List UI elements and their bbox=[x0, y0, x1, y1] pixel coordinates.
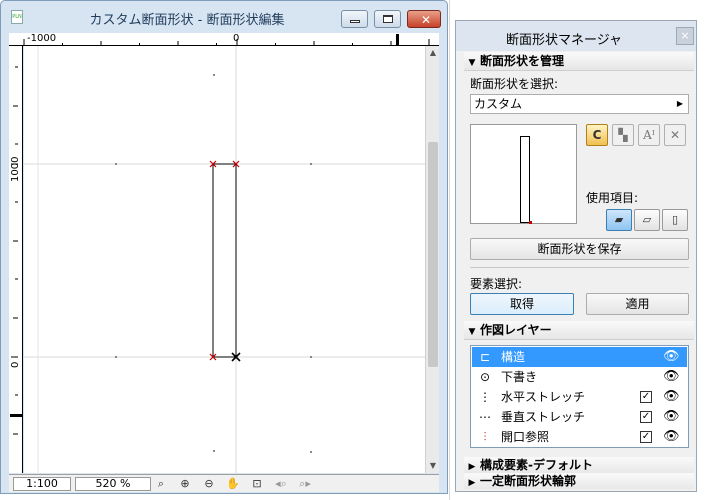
profile-manager-palette: 断面形状マネージャ × ▼ 断面形状を管理 断面形状を選択: カスタム ▶ C ▚… bbox=[455, 20, 697, 492]
status-bar: 1:100 520 % ⌕ ⊕ ⊖ ✋ ⊡ ◂⌕ ⌕▸ bbox=[9, 474, 439, 492]
vertical-ruler-ticks bbox=[10, 66, 22, 435]
window-divider bbox=[449, 0, 450, 500]
layer-name: 水平ストレッチ bbox=[501, 390, 586, 404]
element-select-label: 要素選択: bbox=[470, 277, 523, 291]
maximize-button[interactable] bbox=[374, 10, 401, 28]
profile-selector-value: カスタム bbox=[474, 97, 523, 111]
delete-profile-icon[interactable]: ✕ bbox=[664, 124, 686, 146]
minimize-button[interactable] bbox=[341, 10, 368, 28]
drawing-layers-title: 作図レイヤー bbox=[480, 323, 552, 337]
zoom-out-icon[interactable]: ⊖ bbox=[199, 476, 219, 492]
editor-titlebar[interactable]: PLN カスタム断面形状 - 断面形状編集 ✕ bbox=[1, 1, 447, 32]
horizontal-stretch-icon: ⋮ bbox=[479, 390, 491, 404]
minimize-icon bbox=[350, 20, 360, 23]
visibility-eye-icon[interactable]: 👁 bbox=[663, 367, 680, 387]
component-defaults-title: 構成要素-デフォルト bbox=[480, 458, 593, 472]
select-profile-label: 断面形状を選択: bbox=[470, 77, 559, 91]
palette-titlebar[interactable]: 断面形状マネージャ × bbox=[456, 21, 696, 51]
apply-button[interactable]: 適用 bbox=[586, 293, 689, 315]
duplicate-profile-icon[interactable]: ▚ bbox=[612, 124, 634, 146]
beam-icon[interactable]: ▱ bbox=[634, 209, 660, 231]
collapsed-triangle-icon: ▶ bbox=[468, 478, 476, 488]
ruler-label-0-vertical: 0 bbox=[10, 361, 21, 368]
visibility-eye-icon[interactable]: 👁 bbox=[663, 347, 680, 367]
zoom-options-icon[interactable]: ⌕ bbox=[151, 476, 171, 492]
fit-in-window-icon[interactable]: ⊡ bbox=[247, 476, 267, 492]
fixed-profile-outline-title: 一定断面形状輪郭 bbox=[480, 474, 577, 488]
component-defaults-header[interactable]: ▶ 構成要素-デフォルト bbox=[464, 457, 694, 473]
layer-row-horizontal-stretch[interactable]: ⋮ 水平ストレッチ ✓ 👁 bbox=[472, 387, 687, 407]
profile-preview bbox=[470, 124, 577, 224]
close-button[interactable]: ✕ bbox=[407, 10, 441, 28]
layer-name: 開口参照 bbox=[501, 430, 550, 444]
layer-row-structure[interactable]: ⊏ 構造 👁 bbox=[472, 347, 687, 367]
drawing-canvas[interactable] bbox=[24, 46, 425, 473]
scroll-down-icon[interactable]: ▼ bbox=[426, 459, 440, 473]
wall-icon[interactable]: ▰ bbox=[606, 209, 632, 231]
pan-hand-icon[interactable]: ✋ bbox=[223, 476, 243, 492]
vertical-scrollbar[interactable]: ▲ ▼ bbox=[425, 46, 439, 473]
save-profile-button[interactable]: 断面形状を保存 bbox=[470, 238, 689, 260]
close-icon: ✕ bbox=[421, 13, 432, 27]
layer-row-opening-reference[interactable]: ⫶ 開口参照 ✓ 👁 bbox=[472, 427, 687, 447]
visibility-eye-icon[interactable]: 👁 bbox=[663, 387, 680, 407]
drawing-layers-header[interactable]: ▼ 作図レイヤー bbox=[464, 321, 694, 340]
new-profile-icon[interactable]: C bbox=[586, 124, 608, 146]
maximize-icon bbox=[383, 15, 393, 23]
vertex-markers bbox=[209, 160, 240, 361]
layer-name: 垂直ストレッチ bbox=[501, 410, 586, 424]
profile-preview-shape bbox=[520, 136, 530, 223]
layer-name: 下書き bbox=[501, 370, 538, 384]
vertical-ruler: 1000 0 bbox=[9, 46, 23, 473]
expanded-triangle-icon: ▼ bbox=[468, 327, 476, 337]
ruler-label-1000: 1000 bbox=[10, 156, 21, 182]
layer-row-draft[interactable]: ⊙ 下書き 👁 bbox=[472, 367, 687, 387]
scale-field[interactable]: 1:100 bbox=[13, 477, 71, 491]
get-button[interactable]: 取得 bbox=[470, 293, 574, 315]
layer-checkbox[interactable]: ✓ bbox=[640, 411, 652, 423]
window-title: カスタム断面形状 - 断面形状編集 bbox=[89, 13, 285, 28]
horizontal-ruler: -1000 0 bbox=[9, 33, 439, 46]
dropdown-arrow-icon: ▶ bbox=[676, 99, 683, 108]
previous-zoom-icon[interactable]: ◂⌕ bbox=[271, 476, 291, 492]
next-zoom-icon[interactable]: ⌕▸ bbox=[295, 476, 315, 492]
profile-selector[interactable]: カスタム ▶ bbox=[470, 94, 689, 114]
ruler-label-0: 0 bbox=[233, 33, 240, 44]
palette-title: 断面形状マネージャ bbox=[505, 33, 623, 48]
section-separator bbox=[470, 267, 689, 268]
scrollbar-thumb[interactable] bbox=[428, 142, 438, 367]
profile-editor-window: PLN カスタム断面形状 - 断面形状編集 ✕ -1000 0 1000 0 ▲… bbox=[0, 0, 448, 494]
rename-profile-icon[interactable]: Aᴵ bbox=[638, 124, 660, 146]
preview-origin-dot bbox=[529, 221, 532, 224]
opening-reference-icon: ⫶ bbox=[483, 430, 487, 444]
use-with-label: 使用項目: bbox=[586, 191, 639, 205]
column-icon[interactable]: ▯ bbox=[662, 209, 688, 231]
zoom-in-icon[interactable]: ⊕ bbox=[175, 476, 195, 492]
visibility-eye-icon[interactable]: 👁 bbox=[663, 407, 680, 427]
zoom-field[interactable]: 520 % bbox=[75, 477, 151, 491]
palette-close-button[interactable]: × bbox=[676, 27, 694, 45]
visibility-eye-icon[interactable]: 👁 bbox=[663, 427, 680, 447]
manage-profiles-title: 断面形状を管理 bbox=[480, 54, 565, 68]
fixed-profile-outline-header[interactable]: ▶ 一定断面形状輪郭 bbox=[464, 473, 694, 489]
profile-drawing bbox=[24, 46, 425, 473]
layer-checkbox[interactable]: ✓ bbox=[640, 391, 652, 403]
layer-row-vertical-stretch[interactable]: ⋯ 垂直ストレッチ ✓ 👁 bbox=[472, 407, 687, 427]
ruler-label-minus-1000: -1000 bbox=[27, 33, 57, 44]
structure-layer-icon: ⊏ bbox=[479, 350, 491, 364]
layer-checkbox[interactable]: ✓ bbox=[640, 431, 652, 443]
layer-list: ⊏ 構造 👁 ⊙ 下書き 👁 ⋮ 水平ストレッチ ✓ 👁 ⋯ 垂直ストレッチ ✓… bbox=[470, 345, 689, 448]
profile-shape[interactable] bbox=[212, 163, 237, 358]
vertical-stretch-icon: ⋯ bbox=[479, 410, 491, 424]
layer-name: 構造 bbox=[501, 350, 526, 364]
manage-profiles-header[interactable]: ▼ 断面形状を管理 bbox=[464, 52, 694, 71]
draft-layer-icon: ⊙ bbox=[479, 370, 491, 384]
expanded-triangle-icon: ▼ bbox=[468, 58, 476, 68]
scroll-up-icon[interactable]: ▲ bbox=[426, 46, 440, 60]
horizontal-ruler-ticks bbox=[23, 34, 430, 45]
